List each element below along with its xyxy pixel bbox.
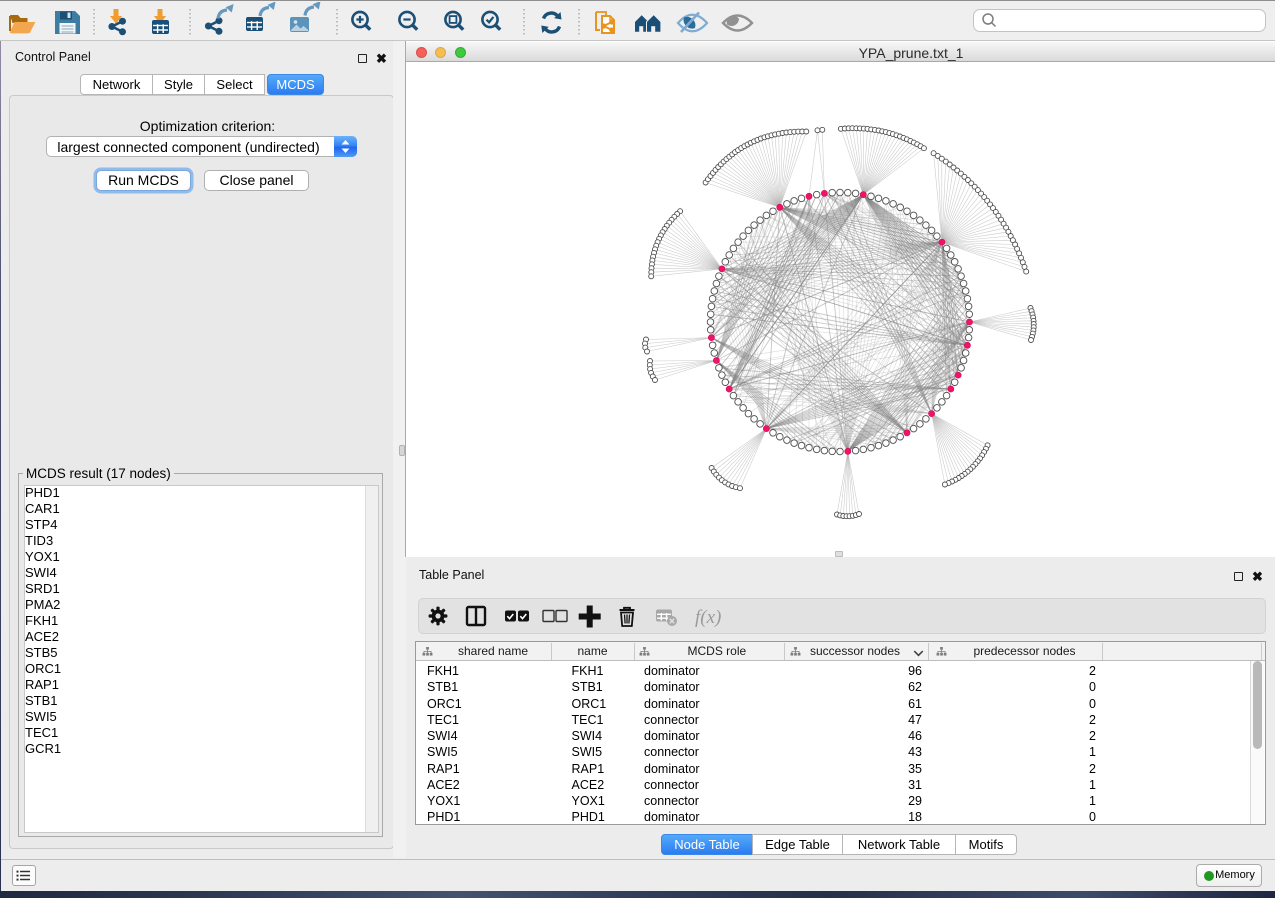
svg-text:f(x): f(x) (695, 607, 721, 628)
